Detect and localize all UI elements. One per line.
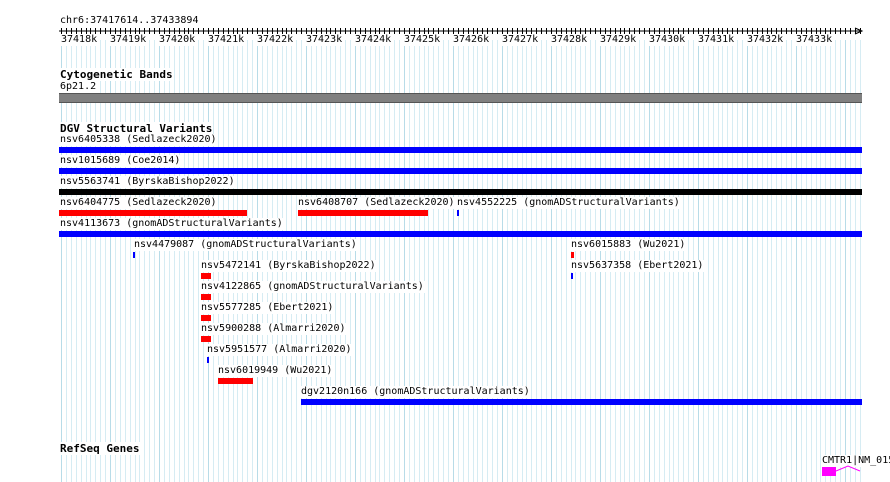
feature-bar-loss[interactable] [201, 294, 211, 300]
feature-bar-gain[interactable] [457, 210, 459, 216]
feature-bar-loss[interactable] [201, 315, 211, 321]
ruler-tick-label: 37423k [306, 34, 343, 46]
feature-bar-gain[interactable] [133, 252, 135, 258]
feature-bar-gain[interactable] [301, 399, 862, 405]
feature-label[interactable]: nsv4122865 (gnomADStructuralVariants) [200, 281, 425, 293]
track-title-cytoband: Cytogenetic Bands [59, 68, 174, 81]
ruler-tick-label: 37418k [61, 34, 98, 46]
feature-label[interactable]: nsv5563741 (ByrskaBishop2022) [59, 176, 236, 188]
feature-label[interactable]: nsv1015689 (Coe2014) [59, 155, 182, 167]
cytoband-label[interactable]: 6p21.2 [59, 81, 98, 93]
feature-bar-gain[interactable] [59, 147, 862, 153]
feature-label[interactable]: nsv5951577 (Almarri2020) [206, 344, 353, 356]
ruler-tick-label: 37426k [453, 34, 490, 46]
feature-bar-gain[interactable] [59, 231, 862, 237]
ruler-tick-label: 37433k [796, 34, 833, 46]
feature-label[interactable]: nsv5472141 (ByrskaBishop2022) [200, 260, 377, 272]
ruler-tick-label: 37427k [502, 34, 539, 46]
track-title-refseq: RefSeq Genes [59, 442, 141, 455]
feature-label[interactable]: nsv6015883 (Wu2021) [570, 239, 687, 251]
ruler-tick-label: 37422k [257, 34, 294, 46]
ruler-tick-label: 37430k [649, 34, 686, 46]
gene-model[interactable] [820, 464, 890, 478]
feature-label[interactable]: nsv5637358 (Ebert2021) [570, 260, 705, 272]
ruler-tick-label: 37421k [208, 34, 245, 46]
feature-label[interactable]: nsv6408707 (Sedlazeck2020) [297, 197, 456, 209]
ruler-tick-label: 37424k [355, 34, 392, 46]
feature-bar-loss[interactable] [201, 273, 211, 279]
feature-label[interactable]: nsv6405338 (Sedlazeck2020) [59, 134, 218, 146]
feature-bar-gain[interactable] [571, 273, 573, 279]
feature-label[interactable]: nsv6019949 (Wu2021) [217, 365, 334, 377]
feature-label[interactable]: dgv2120n166 (gnomADStructuralVariants) [300, 386, 531, 398]
feature-label[interactable]: nsv5577285 (Ebert2021) [200, 302, 335, 314]
feature-bar-gain[interactable] [207, 357, 209, 363]
feature-bar-loss[interactable] [298, 210, 428, 216]
ruler-tick-label: 37431k [698, 34, 735, 46]
feature-label[interactable]: nsv6404775 (Sedlazeck2020) [59, 197, 218, 209]
feature-label[interactable]: nsv4113673 (gnomADStructuralVariants) [59, 218, 284, 230]
feature-label[interactable]: nsv5900288 (Almarri2020) [200, 323, 347, 335]
feature-label[interactable]: nsv4479087 (gnomADStructuralVariants) [133, 239, 358, 251]
ruler-tick-label: 37419k [110, 34, 147, 46]
ruler-tick-label: 37420k [159, 34, 196, 46]
cytoband-bar[interactable] [59, 93, 862, 103]
ruler-tick-label: 37432k [747, 34, 784, 46]
feature-bar-complex[interactable] [59, 189, 862, 195]
feature-label[interactable]: nsv4552225 (gnomADStructuralVariants) [456, 197, 681, 209]
feature-bar-loss[interactable] [571, 252, 574, 258]
feature-bar-loss[interactable] [218, 378, 253, 384]
feature-bar-gain[interactable] [59, 168, 862, 174]
ruler-tick-label: 37425k [404, 34, 441, 46]
feature-bar-loss[interactable] [59, 210, 247, 216]
feature-bar-loss[interactable] [201, 336, 211, 342]
ruler-tick-label: 37429k [600, 34, 637, 46]
ruler-tick-label: 37428k [551, 34, 588, 46]
